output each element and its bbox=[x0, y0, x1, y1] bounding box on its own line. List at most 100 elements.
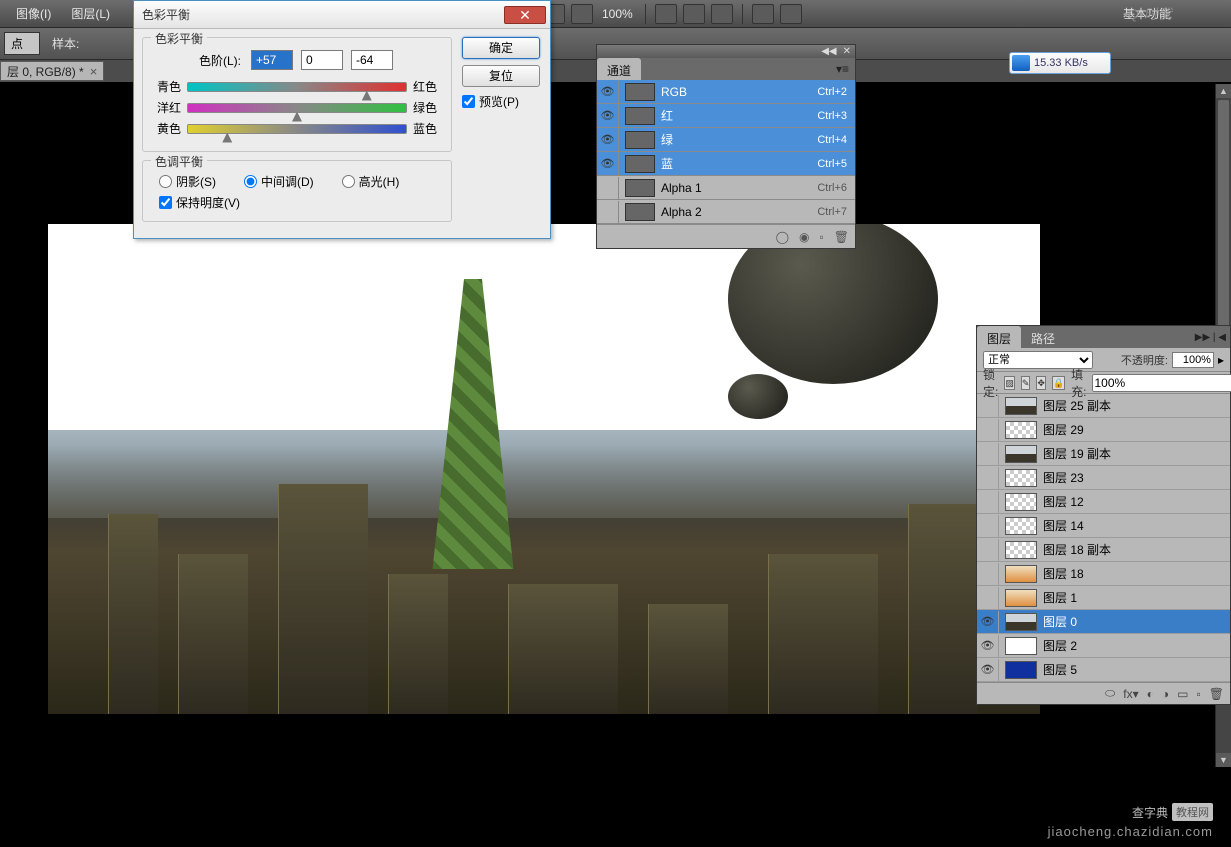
level-input-yellow-blue[interactable] bbox=[351, 50, 393, 70]
radio-midtones[interactable]: 中间调(D) bbox=[244, 173, 314, 190]
visibility-toggle-icon[interactable] bbox=[597, 81, 619, 103]
layer-name[interactable]: 图层 5 bbox=[1043, 661, 1077, 678]
layer-group-icon[interactable]: ▭ bbox=[1177, 687, 1188, 701]
visibility-toggle-icon[interactable] bbox=[977, 563, 999, 585]
new-layer-icon[interactable]: ▫ bbox=[1197, 687, 1201, 701]
layer-row[interactable]: 图层 19 副本 bbox=[977, 442, 1230, 466]
link-layers-icon[interactable]: ⬭ bbox=[1105, 686, 1115, 701]
layer-name[interactable]: 图层 12 bbox=[1043, 493, 1084, 510]
layer-name[interactable]: 图层 0 bbox=[1043, 613, 1077, 630]
visibility-toggle-icon[interactable] bbox=[977, 611, 999, 633]
hand-tool-icon[interactable] bbox=[655, 4, 677, 24]
document-tab[interactable]: 层 0, RGB/8) * × bbox=[0, 61, 104, 81]
slider-thumb[interactable] bbox=[362, 91, 372, 101]
visibility-toggle-icon[interactable] bbox=[977, 419, 999, 441]
layer-row[interactable]: 图层 18 副本 bbox=[977, 538, 1230, 562]
close-panel-icon[interactable]: ✕ bbox=[843, 46, 851, 57]
level-input-magenta-green[interactable] bbox=[301, 50, 343, 70]
channel-row[interactable]: 红 Ctrl+3 bbox=[597, 104, 855, 128]
layer-row[interactable]: 图层 1 bbox=[977, 586, 1230, 610]
tab-paths[interactable]: 路径 bbox=[1021, 326, 1065, 348]
layer-name[interactable]: 图层 18 bbox=[1043, 565, 1084, 582]
menu-image[interactable]: 图像(I) bbox=[6, 5, 61, 22]
menu-layer[interactable]: 图层(L) bbox=[61, 5, 120, 22]
radio-highlights[interactable]: 高光(H) bbox=[342, 173, 400, 190]
delete-layer-icon[interactable]: 🗑 bbox=[1209, 687, 1224, 701]
panel-header[interactable]: ◀◀ ✕ bbox=[597, 45, 855, 58]
arrange-docs-icon[interactable] bbox=[752, 4, 774, 24]
tab-channels[interactable]: 通道 bbox=[597, 58, 641, 80]
layer-row[interactable]: 图层 25 副本 bbox=[977, 394, 1230, 418]
lock-image-icon[interactable]: ✎ bbox=[1021, 376, 1031, 390]
lock-transparent-icon[interactable]: ▨ bbox=[1004, 376, 1015, 390]
channel-row[interactable]: Alpha 2 Ctrl+7 bbox=[597, 200, 855, 224]
scroll-down-arrow-icon[interactable]: ▼ bbox=[1216, 753, 1231, 767]
channel-row[interactable]: 绿 Ctrl+4 bbox=[597, 128, 855, 152]
layer-mask-icon[interactable]: ◐ bbox=[1147, 687, 1154, 701]
sample-size-dropdown[interactable]: 点 bbox=[4, 32, 40, 55]
layer-row[interactable]: 图层 5 bbox=[977, 658, 1230, 682]
channel-row[interactable]: 蓝 Ctrl+5 bbox=[597, 152, 855, 176]
dialog-titlebar[interactable]: 色彩平衡 ✕ bbox=[134, 1, 550, 29]
opacity-flyout-icon[interactable]: ▸ bbox=[1218, 353, 1224, 367]
level-input-cyan-red[interactable] bbox=[251, 50, 293, 70]
layer-name[interactable]: 图层 19 副本 bbox=[1043, 445, 1111, 462]
visibility-toggle-icon[interactable] bbox=[597, 105, 619, 127]
view-extras-icon[interactable] bbox=[571, 4, 593, 24]
layer-name[interactable]: 图层 2 bbox=[1043, 637, 1077, 654]
layer-name[interactable]: 图层 14 bbox=[1043, 517, 1084, 534]
adjustment-layer-icon[interactable]: ◑ bbox=[1162, 687, 1169, 701]
visibility-toggle-icon[interactable] bbox=[977, 467, 999, 489]
slider-thumb[interactable] bbox=[292, 112, 302, 122]
layer-name[interactable]: 图层 23 bbox=[1043, 469, 1084, 486]
screen-mode-icon[interactable] bbox=[780, 4, 802, 24]
layer-row[interactable]: 图层 12 bbox=[977, 490, 1230, 514]
visibility-toggle-icon[interactable] bbox=[977, 539, 999, 561]
checkbox-preview[interactable]: 预览(P) bbox=[462, 93, 540, 110]
layer-style-icon[interactable]: fx▾ bbox=[1123, 687, 1138, 701]
rotate-view-icon[interactable] bbox=[711, 4, 733, 24]
load-selection-icon[interactable]: ◯ bbox=[776, 230, 789, 244]
radio-shadows[interactable]: 阴影(S) bbox=[159, 173, 216, 190]
expand-panel-icon[interactable]: ▶▶ | ◀ bbox=[1195, 332, 1230, 343]
layer-name[interactable]: 图层 29 bbox=[1043, 421, 1084, 438]
visibility-toggle-icon[interactable] bbox=[977, 659, 999, 681]
new-channel-icon[interactable]: ▫ bbox=[820, 230, 824, 244]
ok-button[interactable]: 确定 bbox=[462, 37, 540, 59]
panel-menu-icon[interactable]: ▾≡ bbox=[836, 62, 855, 76]
layer-row[interactable]: 图层 23 bbox=[977, 466, 1230, 490]
checkbox-preserve-luminosity[interactable]: 保持明度(V) bbox=[153, 194, 441, 211]
layer-row[interactable]: 图层 29 bbox=[977, 418, 1230, 442]
zoom-level[interactable]: 100% bbox=[596, 7, 639, 21]
color-slider-0[interactable] bbox=[187, 82, 407, 92]
layer-name[interactable]: 图层 18 副本 bbox=[1043, 541, 1111, 558]
visibility-toggle-icon[interactable] bbox=[597, 129, 619, 151]
network-speed-widget[interactable]: 15.33 KB/s bbox=[1009, 52, 1111, 74]
visibility-toggle-icon[interactable] bbox=[977, 515, 999, 537]
visibility-toggle-icon[interactable] bbox=[977, 587, 999, 609]
layer-name[interactable]: 图层 25 副本 bbox=[1043, 397, 1111, 414]
visibility-toggle-icon[interactable] bbox=[597, 201, 619, 223]
lock-position-icon[interactable]: ✥ bbox=[1036, 376, 1046, 390]
visibility-toggle-icon[interactable] bbox=[977, 491, 999, 513]
tab-layers[interactable]: 图层 bbox=[977, 326, 1021, 348]
close-button[interactable]: ✕ bbox=[504, 6, 546, 24]
collapse-icon[interactable]: ◀◀ bbox=[821, 46, 836, 57]
visibility-toggle-icon[interactable] bbox=[977, 443, 999, 465]
visibility-toggle-icon[interactable] bbox=[977, 395, 999, 417]
layer-row[interactable]: 图层 0 bbox=[977, 610, 1230, 634]
reset-button[interactable]: 复位 bbox=[462, 65, 540, 87]
channel-row[interactable]: RGB Ctrl+2 bbox=[597, 80, 855, 104]
save-selection-icon[interactable]: ◉ bbox=[799, 230, 809, 244]
layer-name[interactable]: 图层 1 bbox=[1043, 589, 1077, 606]
scroll-up-arrow-icon[interactable]: ▲ bbox=[1216, 84, 1231, 98]
lock-all-icon[interactable]: 🔒 bbox=[1052, 376, 1065, 390]
visibility-toggle-icon[interactable] bbox=[597, 153, 619, 175]
layer-row[interactable]: 图层 18 bbox=[977, 562, 1230, 586]
color-slider-1[interactable] bbox=[187, 103, 407, 113]
fill-input[interactable] bbox=[1092, 374, 1231, 392]
opacity-input[interactable] bbox=[1172, 352, 1214, 368]
slider-thumb[interactable] bbox=[222, 133, 232, 143]
layer-row[interactable]: 图层 14 bbox=[977, 514, 1230, 538]
visibility-toggle-icon[interactable] bbox=[977, 635, 999, 657]
